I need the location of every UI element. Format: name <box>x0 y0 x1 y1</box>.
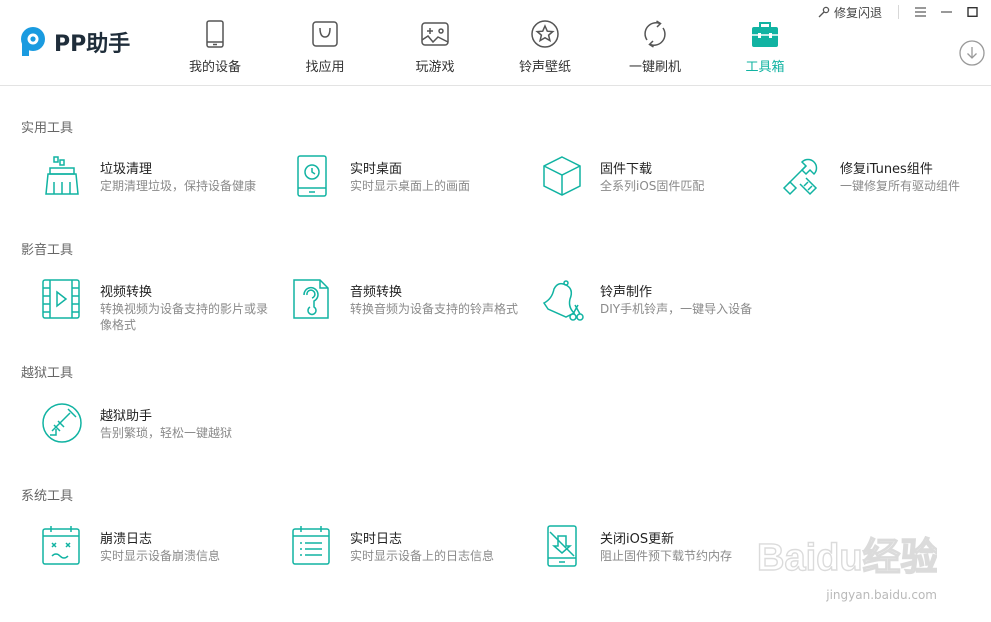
tool-description: DIY手机铃声，一键导入设备 <box>600 302 753 316</box>
crash-calendar-icon <box>42 526 80 565</box>
maximize-icon <box>966 7 978 17</box>
gamepad-icon <box>421 22 449 46</box>
nav-find-apps[interactable]: 找应用 <box>270 0 380 86</box>
wrench-icon <box>782 158 818 196</box>
window-controls: 修复闪退 <box>817 3 985 21</box>
menu-icon <box>914 7 926 17</box>
divider <box>898 5 899 19</box>
menu-button[interactable] <box>907 3 933 21</box>
tool-description: 阻止固件预下载节约内存 <box>600 549 733 563</box>
tool-repair-itunes[interactable]: 修复iTunes组件 一键修复所有驱动组件 <box>780 154 991 210</box>
nav-my-device[interactable]: 我的设备 <box>160 0 270 86</box>
tool-disable-ios-update[interactable]: 关闭iOS更新 阻止固件预下载节约内存 <box>540 524 780 580</box>
tool-description: 告别繁琐，轻松一键越狱 <box>100 426 233 440</box>
toolbox-icon <box>752 22 778 47</box>
film-icon <box>42 279 80 319</box>
tool-audio-convert[interactable]: 音频转换 转换音频为设备支持的铃声格式 <box>290 277 530 333</box>
tool-realtime-desktop[interactable]: 实时桌面 实时显示桌面上的画面 <box>290 154 530 210</box>
tool-name: 实时日志 <box>350 532 403 547</box>
nav-ringtones-wallpapers[interactable]: 铃声壁纸 <box>490 0 600 86</box>
repair-crash-button[interactable]: 修复闪退 <box>817 4 882 21</box>
app-store-icon <box>312 21 338 47</box>
audio-file-icon <box>293 279 329 319</box>
download-manager-icon[interactable] <box>959 40 985 66</box>
tool-description: 实时显示桌面上的画面 <box>350 179 471 193</box>
tool-jailbreak-assistant[interactable]: 越狱助手 告别繁琐，轻松一键越狱 <box>40 401 280 457</box>
tool-realtime-log[interactable]: 实时日志 实时显示设备上的日志信息 <box>290 524 530 580</box>
tool-name: 垃圾清理 <box>100 162 153 177</box>
tool-video-convert[interactable]: 视频转换 转换视频为设备支持的影片或录像格式 <box>40 277 280 333</box>
phone-icon <box>206 20 224 48</box>
phone-clock-icon <box>297 155 327 197</box>
nav-label: 铃声壁纸 <box>518 60 571 75</box>
app-name: PP助手 <box>54 32 131 57</box>
broom-icon <box>45 156 79 195</box>
section-title-jailbreak: 越狱工具 <box>21 366 74 381</box>
tool-description: 定期清理垃圾，保持设备健康 <box>100 179 257 193</box>
tool-name: 音频转换 <box>350 285 403 300</box>
tool-name: 实时桌面 <box>350 162 403 177</box>
nav-one-click-flash[interactable]: 一键刷机 <box>600 0 710 86</box>
tool-ringtone-maker[interactable]: 铃声制作 DIY手机铃声，一键导入设备 <box>540 277 780 333</box>
nav-label: 玩游戏 <box>415 60 455 75</box>
refresh-icon <box>644 20 666 48</box>
tool-description: 一键修复所有驱动组件 <box>840 179 961 193</box>
tool-name: 固件下载 <box>600 162 653 177</box>
nav-games[interactable]: 玩游戏 <box>380 0 490 86</box>
pp-assistant-window: PP助手 我的设备 找应用 玩游戏 铃声壁纸 一键刷机 工具箱 修复闪退 实用工… <box>0 0 991 622</box>
minimize-icon <box>940 11 952 13</box>
bell-scissors-icon <box>542 280 584 321</box>
tool-name: 关闭iOS更新 <box>600 532 675 547</box>
cube-icon <box>543 156 581 196</box>
tool-name: 越狱助手 <box>100 409 153 424</box>
watermark-url: jingyan.baidu.com <box>826 588 937 602</box>
star-circle-icon <box>531 20 559 48</box>
main-nav: 我的设备 找应用 玩游戏 铃声壁纸 一键刷机 工具箱 <box>160 0 820 86</box>
log-calendar-icon <box>292 526 330 565</box>
tool-firmware-download[interactable]: 固件下载 全系列iOS固件匹配 <box>540 154 780 210</box>
repair-label: 修复闪退 <box>833 5 882 20</box>
pp-logo-icon <box>21 27 45 56</box>
section-title-utility: 实用工具 <box>21 121 74 136</box>
tool-name: 铃声制作 <box>600 285 653 300</box>
tool-crash-log[interactable]: 崩溃日志 实时显示设备崩溃信息 <box>40 524 280 580</box>
tool-description: 转换视频为设备支持的影片或录像格式 <box>100 302 269 332</box>
top-header: PP助手 我的设备 找应用 玩游戏 铃声壁纸 一键刷机 工具箱 修复闪退 <box>0 0 991 86</box>
phone-block-icon <box>547 525 577 567</box>
toolbox-content: 实用工具 垃圾清理 定期清理垃圾，保持设备健康 实时桌面 实时显示桌面上的画面 <box>0 87 991 622</box>
tool-junk-cleanup[interactable]: 垃圾清理 定期清理垃圾，保持设备健康 <box>40 154 280 210</box>
nav-label: 我的设备 <box>188 60 241 75</box>
tool-description: 转换音频为设备支持的铃声格式 <box>350 302 519 316</box>
baidu-jingyan-watermark: Baidu经验 <box>757 536 937 579</box>
minimize-button[interactable] <box>933 3 959 21</box>
nav-toolbox[interactable]: 工具箱 <box>710 0 820 86</box>
watermark-text: Baidu经验 <box>757 537 937 579</box>
nav-label: 找应用 <box>305 60 345 75</box>
tool-name: 视频转换 <box>100 285 153 300</box>
jailbreak-icon <box>42 403 82 443</box>
section-title-media: 影音工具 <box>21 243 74 258</box>
nav-label: 工具箱 <box>745 60 785 75</box>
nav-label: 一键刷机 <box>628 60 681 75</box>
section-title-system: 系统工具 <box>21 489 74 504</box>
maximize-button[interactable] <box>959 3 985 21</box>
tool-name: 修复iTunes组件 <box>840 162 933 177</box>
tool-description: 全系列iOS固件匹配 <box>600 179 705 193</box>
tool-name: 崩溃日志 <box>100 532 153 547</box>
tool-description: 实时显示设备崩溃信息 <box>100 549 221 563</box>
wrench-small-icon <box>818 6 830 17</box>
tool-description: 实时显示设备上的日志信息 <box>350 549 495 563</box>
app-logo[interactable]: PP助手 <box>18 26 130 58</box>
